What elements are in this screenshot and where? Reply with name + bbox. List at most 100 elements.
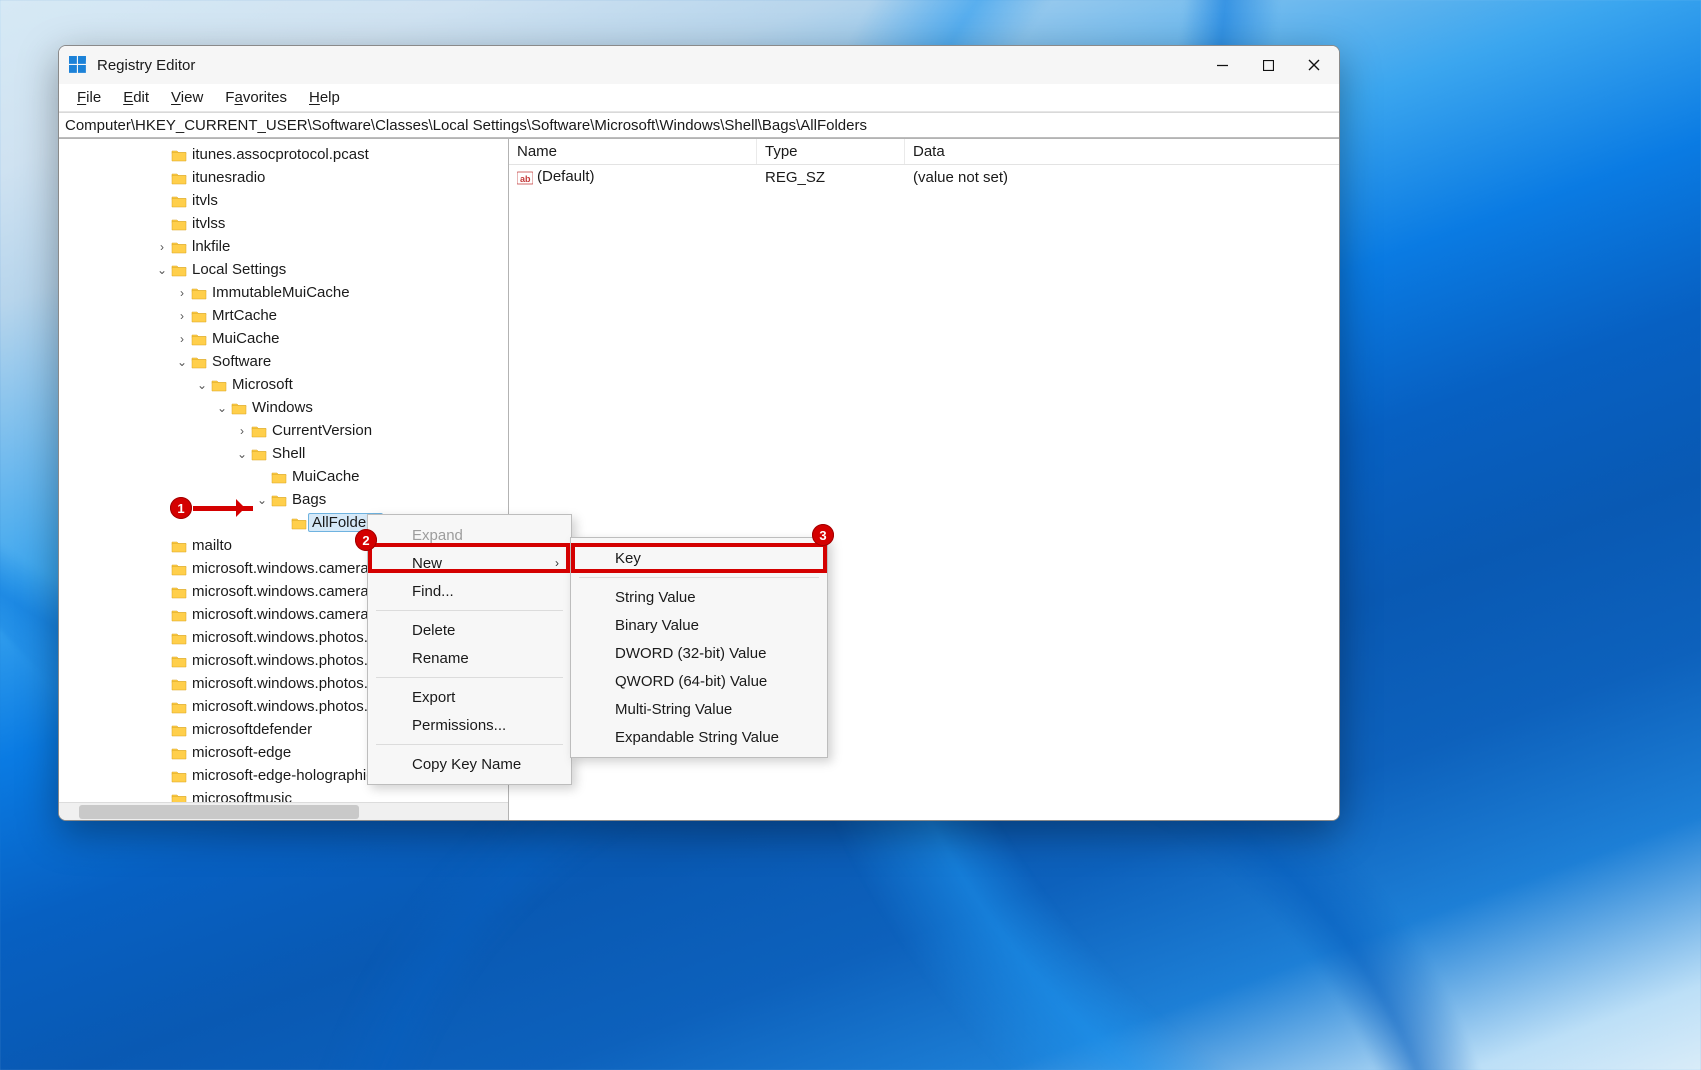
menu-item[interactable]: DWORD (32-bit) Value <box>571 639 827 667</box>
folder-icon <box>171 608 187 622</box>
close-button[interactable] <box>1291 46 1337 84</box>
expand-icon[interactable]: · <box>255 470 269 484</box>
menu-help[interactable]: Help <box>299 86 350 109</box>
menu-item[interactable]: Binary Value <box>571 611 827 639</box>
tree-item-label: microsoft.windows.camera <box>192 560 369 577</box>
menu-item[interactable]: Rename <box>368 644 571 672</box>
expand-icon[interactable]: › <box>235 424 249 438</box>
menu-item[interactable]: Export <box>368 683 571 711</box>
titlebar[interactable]: Registry Editor <box>59 46 1339 84</box>
menubar: File Edit View Favorites Help <box>59 84 1339 112</box>
tree-item[interactable]: ·itunes.assocprotocol.pcast <box>59 143 508 166</box>
column-data[interactable]: Data <box>905 139 1339 164</box>
context-menu[interactable]: ExpandNew›Find...DeleteRenameExportPermi… <box>367 514 572 785</box>
expand-icon[interactable]: · <box>155 148 169 162</box>
menu-item[interactable]: QWORD (64-bit) Value <box>571 667 827 695</box>
expand-icon[interactable]: · <box>155 608 169 622</box>
menu-item[interactable]: Find... <box>368 577 571 605</box>
tree-item[interactable]: ⌄Microsoft <box>59 373 508 396</box>
menu-view[interactable]: View <box>161 86 213 109</box>
menu-item[interactable]: Permissions... <box>368 711 571 739</box>
tree-item-label: MuiCache <box>212 330 280 347</box>
folder-icon <box>171 654 187 668</box>
expand-icon[interactable]: ⌄ <box>195 378 209 392</box>
annotation-badge-2: 2 <box>355 529 377 551</box>
expand-icon[interactable]: ⌄ <box>215 401 229 415</box>
folder-icon <box>171 171 187 185</box>
tree-item[interactable]: ⌄Windows <box>59 396 508 419</box>
list-header[interactable]: Name Type Data <box>509 139 1339 165</box>
tree-item[interactable]: ·itvlss <box>59 212 508 235</box>
menu-favorites[interactable]: Favorites <box>215 86 297 109</box>
expand-icon[interactable]: ⌄ <box>255 493 269 507</box>
expand-icon[interactable]: · <box>155 171 169 185</box>
menu-item-label: String Value <box>615 589 696 606</box>
expand-icon[interactable]: · <box>155 631 169 645</box>
tree-item-label: microsoft.windows.photos.se <box>192 675 384 692</box>
menu-item[interactable]: Delete <box>368 616 571 644</box>
menu-file[interactable]: File <box>67 86 111 109</box>
menu-item[interactable]: Multi-String Value <box>571 695 827 723</box>
column-type[interactable]: Type <box>757 139 905 164</box>
tree-horizontal-scrollbar[interactable] <box>59 802 508 820</box>
menu-item[interactable]: New› <box>368 549 571 577</box>
folder-icon <box>171 240 187 254</box>
expand-icon[interactable]: · <box>155 769 169 783</box>
expand-icon[interactable]: · <box>275 516 289 530</box>
value-row[interactable]: (Default)REG_SZ(value not set) <box>509 165 1339 189</box>
tree-item[interactable]: ⌄Bags <box>59 488 508 511</box>
tree-item[interactable]: ·MuiCache <box>59 465 508 488</box>
tree-item[interactable]: ⌄Software <box>59 350 508 373</box>
folder-icon <box>171 769 187 783</box>
expand-icon[interactable]: · <box>155 677 169 691</box>
context-menu-new[interactable]: Key String Value Binary ValueDWORD (32-bit… <box>570 537 828 758</box>
expand-icon[interactable]: ⌄ <box>155 263 169 277</box>
menu-item[interactable]: Key <box>571 544 827 572</box>
tree-item[interactable]: › MrtCache <box>59 304 508 327</box>
expand-icon[interactable]: · <box>155 723 169 737</box>
tree-item[interactable]: ·itunesradio <box>59 166 508 189</box>
expand-icon[interactable]: › <box>175 309 189 323</box>
expand-icon[interactable]: · <box>155 746 169 760</box>
tree-item[interactable]: ⌄Shell <box>59 442 508 465</box>
expand-icon[interactable]: · <box>155 792 169 803</box>
tree-item-label: microsoft-edge <box>192 744 291 761</box>
menu-edit[interactable]: Edit <box>113 86 159 109</box>
tree-item[interactable]: › MuiCache <box>59 327 508 350</box>
menu-separator <box>376 744 563 745</box>
tree-item[interactable]: ·itvls <box>59 189 508 212</box>
menu-item-label: Find... <box>412 583 454 600</box>
menu-item[interactable]: String Value <box>571 583 827 611</box>
value-list[interactable]: (Default)REG_SZ(value not set) <box>509 165 1339 189</box>
menu-separator <box>376 610 563 611</box>
expand-icon[interactable]: › <box>155 240 169 254</box>
menu-item-label: Export <box>412 689 455 706</box>
folder-icon <box>251 424 267 438</box>
expand-icon[interactable]: · <box>155 194 169 208</box>
tree-item[interactable]: ⌄Local Settings <box>59 258 508 281</box>
expand-icon[interactable]: · <box>155 562 169 576</box>
tree-item[interactable]: ›CurrentVersion <box>59 419 508 442</box>
expand-icon[interactable]: · <box>155 217 169 231</box>
tree-item-label: MrtCache <box>212 307 277 324</box>
menu-item[interactable]: Expandable String Value <box>571 723 827 751</box>
expand-icon[interactable]: ⌄ <box>235 447 249 461</box>
expand-icon[interactable]: · <box>155 539 169 553</box>
menu-item[interactable]: Copy Key Name <box>368 750 571 778</box>
tree-item[interactable]: ›ImmutableMuiCache <box>59 281 508 304</box>
expand-icon[interactable]: · <box>155 654 169 668</box>
folder-icon <box>171 700 187 714</box>
expand-icon[interactable]: › <box>175 286 189 300</box>
folder-icon <box>251 447 267 461</box>
expand-icon[interactable]: · <box>155 585 169 599</box>
expand-icon[interactable]: › <box>175 332 189 346</box>
tree-item[interactable]: ·microsoftmusic <box>59 787 508 802</box>
address-bar[interactable]: Computer\HKEY_CURRENT_USER\Software\Clas… <box>59 112 1339 138</box>
expand-icon[interactable]: · <box>155 700 169 714</box>
tree-item[interactable]: ›lnkfile <box>59 235 508 258</box>
scrollbar-thumb[interactable] <box>79 805 359 819</box>
expand-icon[interactable]: ⌄ <box>175 355 189 369</box>
column-name[interactable]: Name <box>509 139 757 164</box>
maximize-button[interactable] <box>1245 46 1291 84</box>
minimize-button[interactable] <box>1199 46 1245 84</box>
